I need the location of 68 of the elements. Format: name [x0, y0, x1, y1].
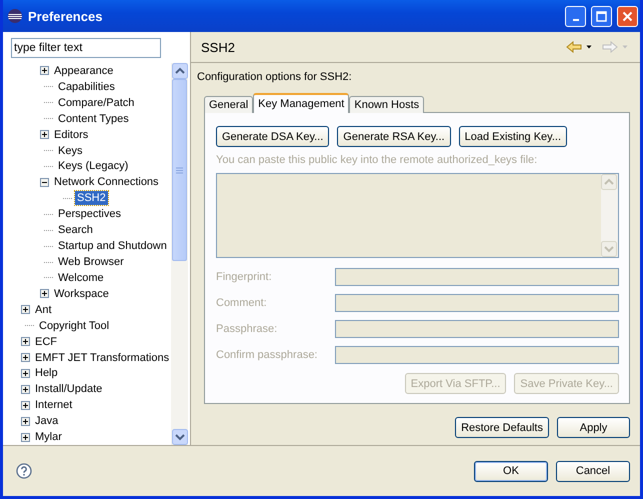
expand-icon[interactable]	[21, 353, 30, 362]
dialog-button[interactable]: OK	[474, 460, 548, 482]
tree-item[interactable]: Search	[56, 223, 95, 238]
expand-icon[interactable]	[21, 432, 30, 442]
app-icon	[7, 8, 23, 24]
collapse-icon[interactable]	[40, 178, 49, 187]
caret-icon[interactable]	[585, 44, 594, 50]
tab[interactable]: Key Management	[253, 93, 350, 113]
expand-icon[interactable]	[21, 368, 30, 378]
generate-key-button[interactable]: Generate DSA Key...	[216, 126, 330, 147]
field-label: Confirm passphrase:	[216, 349, 318, 361]
tree-item[interactable]: Workspace	[52, 286, 111, 301]
maximize-icon	[596, 10, 607, 22]
help-icon[interactable]	[16, 463, 32, 479]
minimize-icon	[572, 19, 578, 21]
tree-item[interactable]: SSH2	[75, 191, 108, 206]
expand-icon[interactable]	[21, 384, 30, 394]
tree-item[interactable]: Welcome	[56, 270, 106, 285]
generate-key-button[interactable]: Generate RSA Key...	[337, 126, 451, 147]
scroll-down-icon[interactable]	[172, 429, 188, 445]
tree-item[interactable]: Ant	[33, 302, 54, 317]
dialog-button[interactable]: Cancel	[556, 460, 630, 482]
tree-item[interactable]: Perspectives	[56, 207, 123, 222]
tree-item[interactable]: Copyright Tool	[37, 318, 112, 333]
tree-item[interactable]: Startup and Shutdown	[56, 239, 169, 254]
tree-item[interactable]: Compare/Patch	[56, 96, 136, 110]
minimize-button[interactable]	[565, 6, 586, 26]
field-label: Fingerprint:	[216, 271, 273, 283]
expand-icon[interactable]	[40, 66, 49, 76]
expand-icon[interactable]	[21, 400, 30, 410]
maximize-button[interactable]	[591, 6, 612, 26]
scroll-up-icon[interactable]	[172, 63, 188, 79]
tree-item[interactable]: Keys	[56, 144, 84, 158]
window-title: Preferences	[28, 8, 104, 24]
tree-item[interactable]: Editors	[52, 128, 90, 142]
close-icon	[622, 10, 633, 22]
tree-item[interactable]: Keys (Legacy)	[56, 159, 130, 174]
field-label: Comment:	[216, 297, 268, 309]
tab[interactable]: General	[204, 96, 254, 113]
expand-icon[interactable]	[21, 305, 30, 314]
field-label: Passphrase:	[216, 323, 278, 335]
tab[interactable]: Known Hosts	[349, 96, 424, 113]
expand-icon[interactable]	[21, 337, 30, 346]
expand-icon[interactable]	[40, 130, 49, 140]
tree-item[interactable]: Mylar	[33, 430, 64, 444]
tree-item[interactable]: Install/Update	[33, 382, 104, 396]
page-button[interactable]: Apply	[557, 417, 630, 438]
tree-item[interactable]: Capabilities	[56, 80, 117, 94]
grip-icon	[176, 166, 184, 174]
expand-icon[interactable]	[40, 289, 49, 298]
close-button[interactable]	[617, 6, 638, 26]
tree-item[interactable]: Web Browser	[56, 255, 126, 270]
scrollbar[interactable]	[171, 63, 188, 445]
tree-item[interactable]: Appearance	[52, 64, 116, 78]
tree-item[interactable]: Content Types	[56, 112, 131, 126]
public-key-label: You can paste this public key into the remote authorized_keys file:	[216, 154, 538, 166]
expand-icon[interactable]	[21, 416, 30, 426]
tree-item[interactable]: Internet	[33, 398, 74, 412]
page-button[interactable]: Restore Defaults	[455, 417, 549, 438]
tree-item[interactable]: Java	[33, 414, 60, 428]
tree-item[interactable]: EMFT JET Transformations	[33, 350, 172, 365]
filter-field[interactable]: type filter text	[11, 38, 161, 58]
page-title: SSH2	[201, 40, 236, 54]
page-description: Configuration options for SSH2:	[197, 71, 353, 83]
tree-item[interactable]: Network Connections	[52, 175, 161, 190]
generate-key-button[interactable]: Load Existing Key...	[458, 126, 567, 147]
tree-item[interactable]: Help	[33, 366, 60, 380]
tree-item[interactable]: ECF	[33, 334, 59, 349]
